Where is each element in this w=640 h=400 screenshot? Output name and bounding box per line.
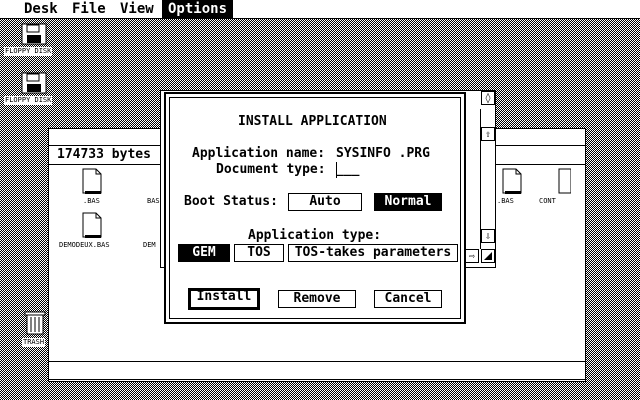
floppy-disk-label: FLOPPY DISK: [4, 47, 53, 56]
file-name[interactable]: .BAS: [497, 197, 514, 205]
app-type-label: Application type:: [248, 228, 382, 243]
menu-desk[interactable]: Desk: [18, 0, 64, 18]
scroll-up-icon[interactable]: ⇧: [481, 127, 495, 141]
document-type-label: Document type:: [216, 162, 326, 177]
type-tos-button[interactable]: TOS: [234, 244, 284, 262]
install-button[interactable]: Install: [188, 288, 260, 310]
remove-button[interactable]: Remove: [278, 290, 356, 308]
window-divider: [49, 361, 585, 362]
floppy-disk-icon[interactable]: [20, 22, 48, 46]
file-name[interactable]: CONT: [539, 197, 556, 205]
app-name-value: SYSINFO .PRG: [336, 146, 430, 161]
free-space-label: 174733 bytes: [57, 147, 151, 162]
menu-options[interactable]: Options: [162, 0, 234, 18]
boot-normal-button[interactable]: Normal: [374, 193, 442, 211]
file-icon[interactable]: [501, 167, 523, 195]
text-cursor: [336, 162, 337, 178]
document-type-field[interactable]: ___: [336, 162, 359, 177]
cancel-button[interactable]: Cancel: [374, 290, 442, 308]
file-icon[interactable]: [81, 211, 103, 239]
install-application-dialog: INSTALL APPLICATION Application name: SY…: [164, 92, 466, 324]
scroll-right-icon[interactable]: ⇨: [465, 249, 479, 263]
file-name[interactable]: DEM: [143, 241, 156, 249]
close-icon[interactable]: ◊: [481, 91, 495, 105]
resize-icon[interactable]: [481, 249, 495, 263]
trash-label: TRASH: [22, 338, 46, 347]
app-name-label: Application name:: [192, 146, 326, 161]
floppy-disk-label: FLOPPY DISK: [4, 96, 53, 105]
window-divider: [49, 379, 585, 380]
boot-auto-button[interactable]: Auto: [288, 193, 362, 211]
file-name[interactable]: .BAS: [83, 197, 100, 205]
floppy-disk-icon[interactable]: [20, 71, 48, 95]
file-icon[interactable]: [81, 167, 103, 195]
file-icon[interactable]: [557, 167, 571, 195]
scroll-down-icon[interactable]: ⇩: [481, 229, 495, 243]
dialog-title: INSTALL APPLICATION: [238, 114, 387, 129]
type-gem-button[interactable]: GEM: [178, 244, 230, 262]
menu-bar: Desk File View Options: [0, 0, 640, 19]
boot-status-label: Boot Status:: [184, 194, 278, 209]
menu-view[interactable]: View: [114, 0, 160, 18]
trash-icon[interactable]: [24, 310, 46, 336]
file-name[interactable]: BAS: [147, 197, 160, 205]
type-tos-params-button[interactable]: TOS-takes parameters: [288, 244, 458, 262]
file-name[interactable]: DEMODEUX.BAS: [59, 241, 110, 249]
menu-file[interactable]: File: [66, 0, 112, 18]
resize-grip-icon: [484, 252, 492, 260]
